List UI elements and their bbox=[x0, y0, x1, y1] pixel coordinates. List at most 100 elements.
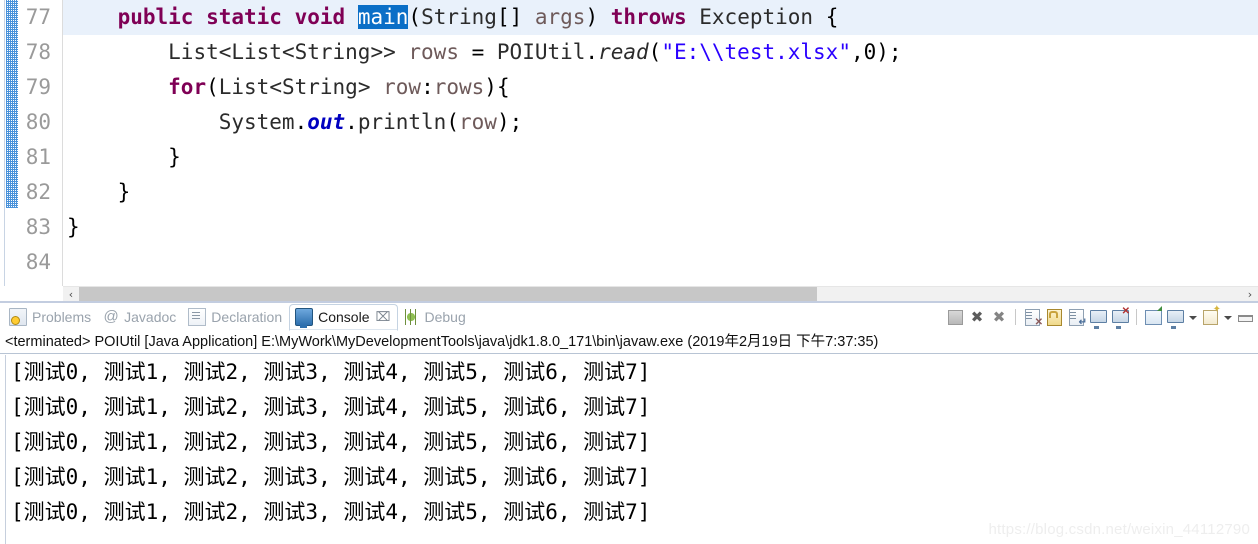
code-token: row bbox=[383, 75, 422, 99]
pin-icon bbox=[1145, 310, 1162, 325]
code-token: public bbox=[117, 5, 194, 29]
monitor-error-icon: ✕ bbox=[1112, 307, 1130, 323]
line-number: 83 bbox=[25, 215, 51, 239]
tab-label: Declaration bbox=[211, 309, 283, 325]
clear-console-button[interactable]: ✕ bbox=[1023, 308, 1043, 328]
scroll-left-arrow-icon[interactable]: ‹ bbox=[64, 287, 78, 302]
code-line-current[interactable]: public static void main(String[] args) t… bbox=[63, 0, 1258, 35]
open-console-button[interactable] bbox=[1201, 308, 1219, 326]
console-view: Problems @ Javadoc Declaration Console ⌧ Debug… bbox=[0, 303, 1258, 544]
console-output-line: [测试0, 测试1, 测试2, 测试3, 测试4, 测试5, 测试6, 测试7] bbox=[11, 430, 651, 454]
tab-problems[interactable]: Problems bbox=[4, 305, 98, 330]
code-token: ( bbox=[206, 75, 219, 99]
code-token: [] bbox=[496, 5, 535, 29]
tab-close-icon[interactable]: ⌧ bbox=[376, 310, 391, 324]
java-source-editor[interactable]: 77 78 79 80 81 82 83 84 public static void main… bbox=[0, 0, 1258, 302]
code-token: } bbox=[67, 180, 131, 204]
code-token: 0 bbox=[863, 40, 877, 64]
code-token: ); bbox=[496, 110, 523, 134]
console-output-line: [测试0, 测试1, 测试2, 测试3, 测试4, 测试5, 测试6, 测试7] bbox=[11, 465, 651, 489]
monitor-icon bbox=[1167, 310, 1184, 323]
remove-all-terminated-button[interactable]: ✖ bbox=[990, 308, 1008, 326]
at-icon: @ bbox=[103, 308, 119, 325]
line-number: 80 bbox=[25, 110, 51, 134]
code-token: : bbox=[421, 75, 434, 99]
stop-square-icon bbox=[948, 310, 963, 325]
padlock-icon bbox=[1047, 309, 1062, 326]
x-icon: ✖ bbox=[970, 308, 984, 326]
code-token: ) bbox=[585, 5, 611, 29]
minimize-button[interactable] bbox=[1236, 308, 1254, 326]
tab-label: Javadoc bbox=[124, 309, 177, 325]
document-wrap-icon: ↵ bbox=[1069, 309, 1087, 328]
pin-console-button[interactable] bbox=[1144, 308, 1162, 326]
tab-console[interactable]: Console ⌧ bbox=[289, 303, 399, 331]
code-text-area[interactable]: public static void main(String[] args) t… bbox=[63, 0, 1258, 286]
view-tabs: Problems @ Javadoc Declaration Console ⌧ Debug bbox=[4, 303, 473, 331]
display-selected-console-button[interactable] bbox=[1166, 308, 1184, 326]
code-token: List<String> bbox=[218, 75, 371, 99]
code-token: Exception bbox=[699, 5, 814, 29]
remove-launch-button[interactable]: ✖ bbox=[968, 308, 986, 326]
tab-debug[interactable]: Debug bbox=[398, 305, 472, 330]
code-token: String bbox=[421, 5, 497, 29]
code-line[interactable]: List<List<String>> rows = POIUtil.read("… bbox=[63, 35, 1258, 70]
code-line[interactable]: } bbox=[63, 175, 1258, 210]
clear-badge-icon: ✕ bbox=[1034, 317, 1043, 328]
code-token: "E:\\test.xlsx" bbox=[661, 40, 851, 64]
new-console-icon bbox=[1203, 310, 1218, 325]
code-line[interactable]: } bbox=[63, 140, 1258, 175]
show-console-when-error-button[interactable]: ✕ bbox=[1111, 307, 1130, 326]
console-output-line: [测试0, 测试1, 测试2, 测试3, 测试4, 测试5, 测试6, 测试7] bbox=[11, 395, 651, 419]
code-token: static bbox=[206, 5, 282, 29]
code-token: . bbox=[294, 110, 308, 134]
terminate-button[interactable] bbox=[946, 308, 964, 326]
code-token: row bbox=[459, 110, 497, 134]
tab-declaration[interactable]: Declaration bbox=[183, 305, 289, 330]
code-token: POIUtil bbox=[496, 40, 586, 64]
code-token: = bbox=[458, 40, 497, 64]
code-token: . bbox=[585, 40, 599, 64]
code-line[interactable]: System.out.println(row); bbox=[63, 105, 1258, 140]
code-line[interactable]: for(List<String> row:rows){ bbox=[63, 70, 1258, 105]
line-number-gutter: 77 78 79 80 81 82 83 84 bbox=[19, 0, 79, 286]
line-number: 78 bbox=[25, 40, 51, 64]
line-number: 81 bbox=[25, 145, 51, 169]
code-token: throws bbox=[610, 5, 687, 29]
console-output[interactable]: [测试0, 测试1, 测试2, 测试3, 测试4, 测试5, 测试6, 测试7]… bbox=[0, 355, 1258, 544]
display-selected-console-dropdown[interactable] bbox=[1188, 308, 1197, 326]
monitor-icon bbox=[1090, 310, 1107, 323]
console-output-line: [测试0, 测试1, 测试2, 测试3, 测试4, 测试5, 测试6, 测试7] bbox=[11, 500, 651, 524]
debug-icon bbox=[403, 309, 420, 325]
editor-horizontal-scrollbar[interactable]: ‹ › bbox=[63, 286, 1258, 302]
separator-1 bbox=[1015, 309, 1016, 325]
code-token: System bbox=[218, 110, 295, 134]
line-number: 84 bbox=[25, 250, 51, 274]
view-tab-bar: Problems @ Javadoc Declaration Console ⌧ Debug… bbox=[0, 303, 1258, 331]
double-x-icon: ✖ bbox=[992, 308, 1006, 326]
scroll-right-arrow-icon[interactable]: › bbox=[1243, 287, 1257, 302]
minimize-icon bbox=[1238, 315, 1253, 322]
code-token: List<List<String>> bbox=[168, 40, 396, 64]
show-console-when-output-button[interactable] bbox=[1089, 308, 1107, 326]
tab-label: Debug bbox=[424, 309, 466, 325]
console-output-line: [测试0, 测试1, 测试2, 测试3, 测试4, 测试5, 测试6, 测试7] bbox=[11, 360, 651, 384]
code-line[interactable]: } bbox=[63, 210, 1258, 245]
declaration-icon bbox=[188, 308, 207, 326]
console-toolbar: ✖ ✖ ✕ ↵ ✕ bbox=[946, 304, 1254, 330]
word-wrap-button[interactable]: ↵ bbox=[1067, 308, 1087, 328]
code-token: args bbox=[534, 5, 586, 29]
scroll-lock-button[interactable] bbox=[1045, 308, 1063, 326]
tab-javadoc[interactable]: @ Javadoc bbox=[98, 305, 183, 330]
open-console-dropdown[interactable] bbox=[1223, 308, 1232, 326]
scrollbar-thumb[interactable] bbox=[79, 287, 817, 302]
code-line[interactable] bbox=[63, 245, 1258, 280]
